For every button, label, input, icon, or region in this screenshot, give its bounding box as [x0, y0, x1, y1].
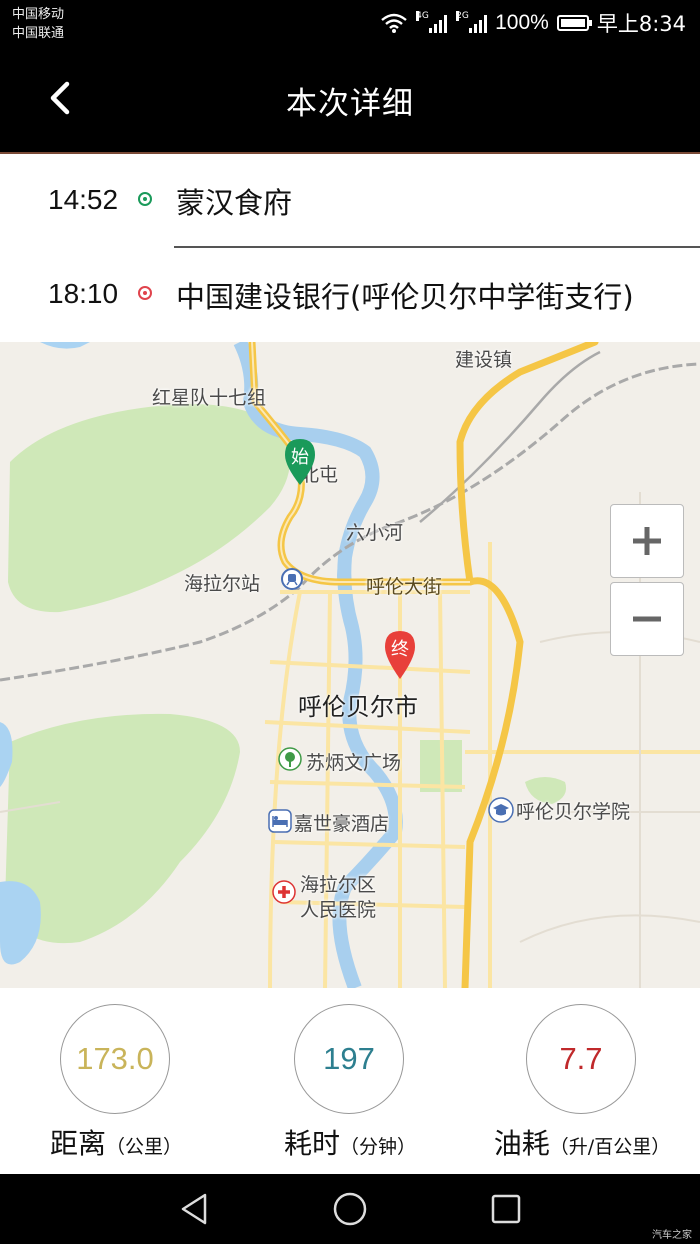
map-label-hospital-2: 人民医院 [300, 899, 377, 921]
minus-icon [633, 616, 661, 622]
fuel-label-text: 油耗 [493, 1127, 550, 1160]
wifi-icon [381, 13, 407, 33]
train-station-icon [281, 568, 303, 590]
net-type-2: 2G [456, 11, 469, 21]
square-recent-icon[interactable] [486, 1189, 526, 1229]
status-icons: 4G 2G 100% 早上8:34 [381, 8, 686, 38]
status-bar: 中国移动 中国联通 4G 2G 100% 早上8:34 [0, 0, 700, 48]
park-icon [278, 747, 302, 771]
map-label-college: 呼伦贝尔学院 [516, 801, 631, 823]
trip-stats: 173.0 距离（公里） 197 耗时（分钟） 7.7 油耗（升/百公里） [0, 988, 700, 1174]
end-place: 中国建设银行(呼伦贝尔中学街支行) [176, 280, 634, 314]
stat-duration: 197 耗时（分钟） [240, 1004, 460, 1164]
stat-distance: 173.0 距离（公里） [6, 1004, 226, 1164]
circle-home-icon[interactable] [330, 1189, 370, 1229]
map-label-liuxiaohe: 六小河 [346, 522, 404, 544]
carrier-info: 中国移动 中国联通 [12, 5, 64, 43]
duration-label-text: 耗时 [283, 1127, 340, 1160]
zoom-out-button[interactable] [610, 582, 684, 656]
fuel-unit: （升/百公里） [549, 1136, 671, 1158]
zoom-in-button[interactable] [610, 504, 684, 578]
distance-label-text: 距离 [49, 1127, 106, 1160]
distance-value: 173.0 [60, 1004, 170, 1114]
hotel-icon [268, 809, 292, 833]
map-label-hongxing: 红星队十七组 [152, 387, 267, 409]
plus-icon [633, 527, 661, 555]
start-time: 14:52 [48, 184, 119, 215]
end-time: 18:10 [48, 278, 119, 309]
signal-2g-icon: 2G [456, 11, 488, 33]
distance-unit: （公里） [106, 1136, 183, 1158]
watermark: 汽车之家 [652, 1230, 692, 1241]
system-nav-bar [0, 1174, 700, 1244]
carrier-2: 中国联通 [12, 26, 65, 41]
map-label-jiashihao: 嘉世豪酒店 [294, 813, 390, 835]
end-dot-icon [138, 286, 152, 300]
start-dot-icon [138, 192, 152, 206]
start-marker[interactable]: 始 [283, 438, 317, 486]
stat-fuel: 7.7 油耗（升/百公里） [472, 1004, 692, 1164]
end-marker[interactable]: 终 [383, 630, 417, 680]
map-label-hospital-1: 海拉尔区 [300, 874, 377, 896]
triangle-back-icon[interactable] [175, 1189, 215, 1229]
duration-value: 197 [294, 1004, 404, 1114]
route-end-row: 18:10 中国建设银行(呼伦贝尔中学街支行) [0, 248, 700, 340]
college-icon [488, 797, 514, 823]
net-type-1: 4G [416, 11, 429, 21]
route-summary: 14:52 蒙汉食府 18:10 中国建设银行(呼伦贝尔中学街支行) [0, 154, 700, 342]
page-title: 本次详细 [286, 86, 414, 122]
route-map[interactable]: 建设镇 红星队十七组 北屯 六小河 海拉尔站 呼伦大街 呼伦贝尔市 苏炳文广场 … [0, 342, 700, 988]
map-label-hailaer-station: 海拉尔站 [184, 573, 261, 595]
fuel-label: 油耗（升/百公里） [472, 1122, 692, 1162]
distance-label: 距离（公里） [6, 1122, 226, 1162]
carrier-1: 中国移动 [12, 7, 65, 22]
fuel-value: 7.7 [526, 1004, 636, 1114]
title-bar: 本次详细 [0, 48, 700, 152]
end-marker-label: 终 [391, 639, 409, 660]
signal-4g-icon: 4G [416, 11, 448, 33]
hospital-icon [272, 880, 296, 904]
map-label-jianshezhen: 建设镇 [455, 349, 513, 371]
map-label-hulun-street: 呼伦大街 [366, 576, 443, 598]
map-label-subingwen: 苏炳文广场 [306, 752, 402, 774]
start-place: 蒙汉食府 [176, 186, 293, 220]
duration-unit: （分钟） [340, 1136, 417, 1158]
duration-label: 耗时（分钟） [240, 1122, 460, 1162]
map-label-city: 呼伦贝尔市 [298, 693, 418, 721]
route-start-row: 14:52 蒙汉食府 [0, 154, 700, 248]
start-marker-label: 始 [291, 447, 309, 468]
battery-icon [556, 15, 592, 31]
battery-percent: 100% [495, 11, 549, 34]
clock: 早上8:34 [596, 12, 686, 36]
